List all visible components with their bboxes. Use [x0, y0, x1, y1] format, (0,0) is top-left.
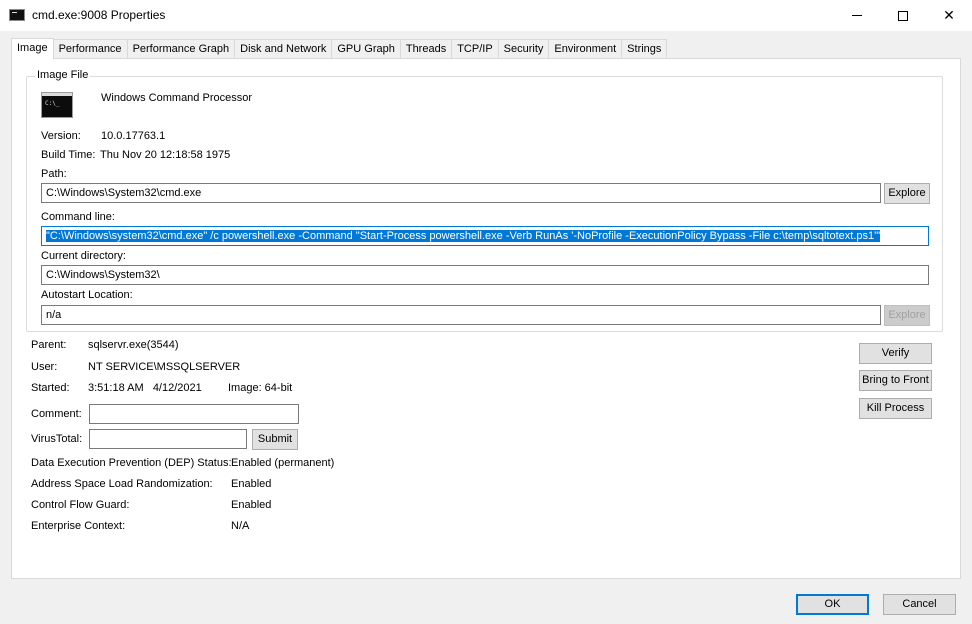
image-bitness: Image: 64-bit [228, 382, 293, 394]
image-tab-panel: Image File C:\_ Windows Command Processo… [11, 58, 961, 579]
parent-label: Parent: [31, 339, 67, 351]
kill-process-button[interactable]: Kill Process [859, 398, 932, 419]
aslr-label: Address Space Load Randomization: [31, 478, 213, 490]
console-app-icon [9, 9, 25, 21]
tab-image[interactable]: Image [11, 38, 54, 59]
current-directory-label: Current directory: [41, 250, 126, 262]
version-label: Version: [41, 130, 81, 142]
started-label: Started: [31, 382, 70, 394]
verify-button[interactable]: Verify [859, 343, 932, 364]
tab-disk-and-network[interactable]: Disk and Network [234, 39, 333, 58]
tab-security[interactable]: Security [497, 39, 550, 58]
command-line-field[interactable]: "C:\Windows\system32\cmd.exe" /c powersh… [41, 226, 929, 246]
cancel-button[interactable]: Cancel [883, 594, 956, 615]
cfg-label: Control Flow Guard: [31, 499, 130, 511]
started-value: 3:51:18 AM 4/12/2021 [88, 382, 202, 394]
current-directory-field[interactable]: C:\Windows\System32\ [41, 265, 929, 285]
parent-value: sqlservr.exe(3544) [88, 339, 179, 351]
cfg-value: Enabled [231, 499, 272, 511]
tab-performance[interactable]: Performance [52, 39, 128, 58]
minimize-icon [852, 15, 862, 16]
maximize-button[interactable] [880, 0, 926, 31]
window-title: cmd.exe:9008 Properties [32, 8, 166, 22]
path-explore-button[interactable]: Explore [884, 183, 930, 204]
maximize-icon [898, 10, 908, 21]
tab-tcpip[interactable]: TCP/IP [451, 39, 499, 58]
path-field[interactable]: C:\Windows\System32\cmd.exe [41, 183, 881, 203]
enterprise-context-value: N/A [231, 520, 250, 532]
comment-label: Comment: [31, 408, 82, 420]
enterprise-context-label: Enterprise Context: [31, 520, 126, 532]
comment-field[interactable] [89, 404, 299, 424]
tab-threads[interactable]: Threads [399, 39, 453, 58]
user-label: User: [31, 361, 58, 373]
tab-strings[interactable]: Strings [621, 39, 668, 58]
command-prompt-icon: C:\_ [41, 92, 73, 118]
close-icon: ✕ [943, 7, 955, 23]
tab-strip: Image Performance Performance Graph Disk… [11, 38, 668, 59]
command-line-selection: "C:\Windows\system32\cmd.exe" /c powersh… [46, 230, 881, 242]
icon-text: C:\_ [45, 100, 60, 107]
tab-performance-graph[interactable]: Performance Graph [126, 39, 236, 58]
build-time-label: Build Time: [41, 149, 96, 161]
dep-value: Enabled (permanent) [231, 457, 335, 469]
build-time-value: Thu Nov 20 12:18:58 1975 [100, 149, 231, 161]
image-file-group: Image File C:\_ Windows Command Processo… [26, 69, 943, 332]
autostart-explore-button[interactable]: Explore [884, 305, 930, 326]
autostart-location-field[interactable]: n/a [41, 305, 881, 325]
image-file-group-label: Image File [35, 69, 91, 81]
title-bar: cmd.exe:9008 Properties ✕ [0, 0, 972, 31]
command-line-label: Command line: [41, 211, 115, 223]
path-label: Path: [41, 168, 67, 180]
file-description: Windows Command Processor [101, 92, 252, 104]
minimize-button[interactable] [834, 0, 880, 31]
ok-button[interactable]: OK [796, 594, 869, 615]
aslr-value: Enabled [231, 478, 272, 490]
user-value: NT SERVICE\MSSQLSERVER [88, 361, 241, 373]
dep-label: Data Execution Prevention (DEP) Status: [31, 457, 232, 469]
tab-environment[interactable]: Environment [548, 39, 623, 58]
bring-to-front-button[interactable]: Bring to Front [859, 370, 932, 391]
virustotal-label: VirusTotal: [31, 433, 83, 445]
version-value: 10.0.17763.1 [101, 130, 166, 142]
tab-gpu-graph[interactable]: GPU Graph [331, 39, 401, 58]
autostart-location-label: Autostart Location: [41, 289, 133, 301]
submit-button[interactable]: Submit [252, 429, 298, 450]
virustotal-field[interactable] [89, 429, 247, 449]
close-button[interactable]: ✕ [926, 0, 972, 31]
